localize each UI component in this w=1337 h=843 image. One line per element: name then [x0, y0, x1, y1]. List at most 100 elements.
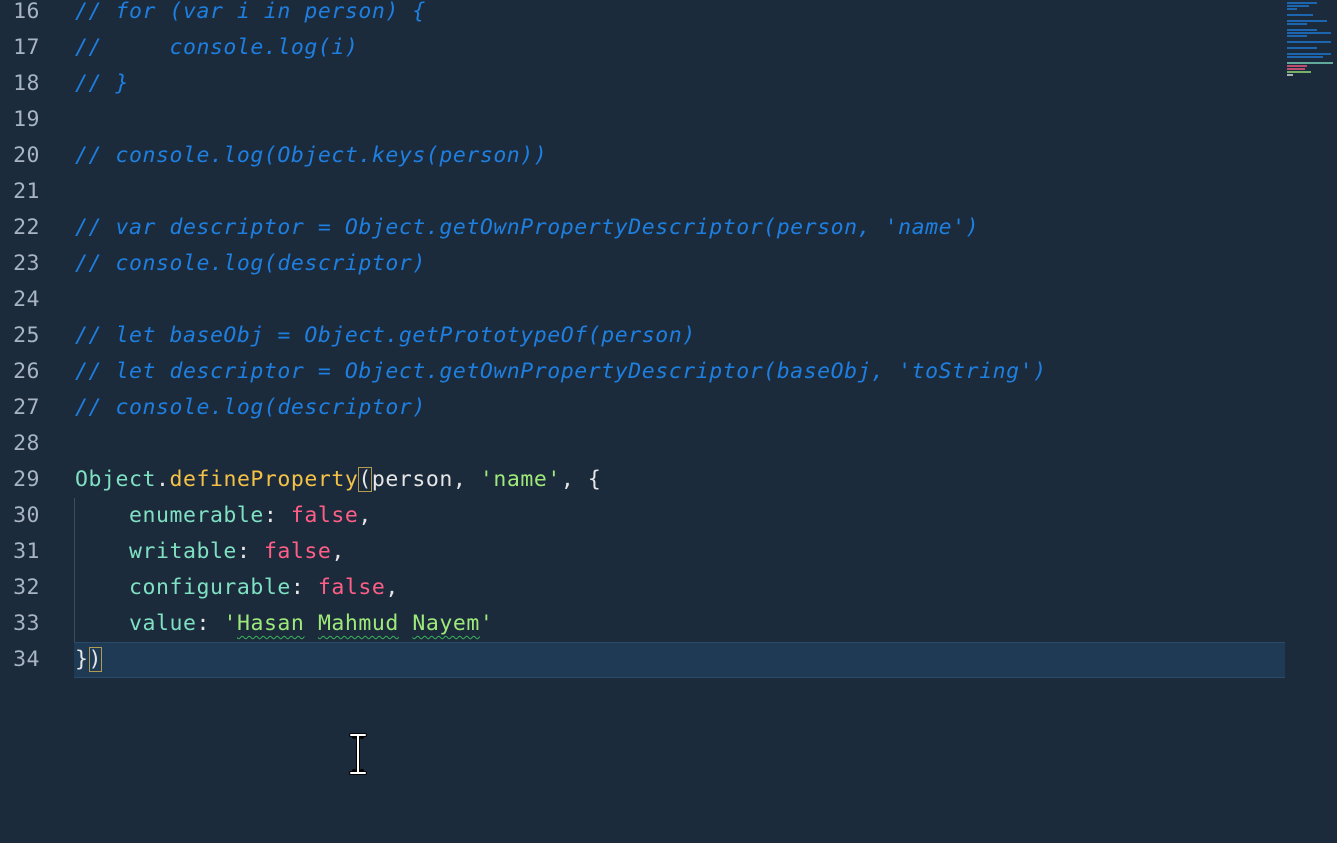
code-line[interactable]: 21 — [0, 174, 1337, 210]
code-token: ( — [358, 467, 372, 492]
line-code[interactable]: // console.log(descriptor) — [75, 390, 426, 426]
line-number: 32 — [13, 575, 40, 600]
code-token: defineProperty — [169, 467, 359, 492]
minimap-line — [1287, 5, 1309, 7]
minimap-line — [1287, 2, 1317, 4]
code-line[interactable]: 28 — [0, 426, 1337, 462]
minimap-line — [1287, 14, 1313, 16]
minimap-line — [1287, 29, 1317, 31]
code-token: false — [263, 539, 332, 564]
line-number: 20 — [13, 143, 40, 168]
code-token: ) — [88, 647, 102, 672]
code-line[interactable]: 32 configurable: false, — [0, 570, 1337, 606]
line-code[interactable]: configurable: false, — [75, 570, 399, 606]
minimap-line — [1287, 74, 1293, 76]
code-line[interactable]: 34}) — [0, 642, 1337, 678]
code-editor[interactable]: 16 // for (var i in person) { 17 // console… — [0, 0, 1337, 843]
code-token: // console.log(i) — [75, 35, 359, 60]
code-token: // let descriptor = Object.getOwnPropert… — [75, 359, 1047, 384]
minimap-line — [1287, 68, 1305, 70]
code-line[interactable]: 25 // let baseObj = Object.getPrototypeOf… — [0, 318, 1337, 354]
code-token: // console.log(Object.keys(person)) — [75, 143, 548, 168]
code-token: person — [371, 467, 453, 492]
line-code[interactable]: }) — [75, 642, 102, 678]
minimap-line — [1287, 8, 1297, 10]
line-code[interactable]: // console.log(i) — [75, 30, 358, 66]
line-number: 17 — [13, 35, 40, 60]
minimap-line — [1287, 53, 1331, 55]
code-token: enumerable — [75, 503, 264, 528]
line-number: 22 — [13, 215, 40, 240]
code-token: Hasan — [236, 611, 305, 636]
code-token: , — [331, 539, 345, 564]
line-number: 16 — [13, 0, 40, 24]
line-number: 34 — [13, 647, 40, 672]
code-token: , — [385, 575, 399, 600]
code-line[interactable]: 33 value: 'Hasan Mahmud Nayem' — [0, 606, 1337, 642]
code-token: , — [452, 467, 480, 492]
code-line[interactable]: 23 // console.log(descriptor) — [0, 246, 1337, 282]
code-line[interactable]: 30 enumerable: false, — [0, 498, 1337, 534]
code-line[interactable]: 16 // for (var i in person) { — [0, 0, 1337, 30]
line-number: 21 — [13, 179, 40, 204]
line-code[interactable]: // } — [75, 66, 129, 102]
code-token: Mahmud — [317, 611, 399, 636]
code-line[interactable]: 26 // let descriptor = Object.getOwnPrope… — [0, 354, 1337, 390]
line-code[interactable]: // var descriptor = Object.getOwnPropert… — [75, 210, 979, 246]
code-token: // } — [75, 71, 129, 96]
code-line[interactable]: 19 — [0, 102, 1337, 138]
minimap[interactable] — [1285, 0, 1337, 843]
code-line[interactable]: 17 // console.log(i) — [0, 30, 1337, 66]
line-code[interactable]: writable: false, — [75, 534, 345, 570]
code-token: , { — [560, 467, 602, 492]
line-code[interactable]: // let baseObj = Object.getPrototypeOf(p… — [75, 318, 696, 354]
code-token: : — [263, 503, 291, 528]
line-number: 19 — [13, 107, 40, 132]
code-token: Nayem — [412, 611, 480, 636]
line-number: 31 — [13, 539, 40, 564]
code-line[interactable]: 29 Object.defineProperty(person, 'name', … — [0, 462, 1337, 498]
code-token: ' — [223, 611, 237, 636]
code-token: : — [290, 575, 318, 600]
line-code[interactable]: value: 'Hasan Mahmud Nayem' — [75, 606, 493, 642]
code-token: } — [75, 647, 89, 672]
line-number: 26 — [13, 359, 40, 384]
text-cursor-icon — [349, 733, 367, 775]
line-code[interactable]: enumerable: false, — [75, 498, 372, 534]
code-line[interactable]: 18 // } — [0, 66, 1337, 102]
code-line[interactable]: 27 // console.log(descriptor) — [0, 390, 1337, 426]
minimap-line — [1287, 35, 1307, 37]
code-token: : — [196, 611, 224, 636]
code-token: false — [317, 575, 386, 600]
code-token: . — [155, 467, 170, 492]
minimap-line — [1287, 56, 1323, 58]
line-code[interactable]: // for (var i in person) { — [75, 0, 426, 30]
minimap-line — [1287, 71, 1311, 73]
line-number: 29 — [13, 467, 40, 492]
line-number: 24 — [13, 287, 40, 312]
minimap-line — [1287, 32, 1331, 34]
line-number: 25 — [13, 323, 40, 348]
code-token: Object — [75, 467, 156, 492]
line-number: 23 — [13, 251, 40, 276]
code-token: // let baseObj = Object.getPrototypeOf(p… — [75, 323, 696, 348]
code-token: configurable — [75, 575, 291, 600]
line-number: 30 — [13, 503, 40, 528]
code-token: // for (var i in person) { — [75, 0, 426, 24]
code-token: 'name' — [479, 467, 561, 492]
minimap-line — [1287, 47, 1317, 49]
code-line[interactable]: 22 // var descriptor = Object.getOwnPrope… — [0, 210, 1337, 246]
code-token: : — [236, 539, 264, 564]
code-line[interactable]: 31 writable: false, — [0, 534, 1337, 570]
line-code[interactable]: // let descriptor = Object.getOwnPropert… — [75, 354, 1047, 390]
code-token: writable — [75, 539, 237, 564]
minimap-line — [1287, 23, 1307, 25]
code-token: value — [75, 611, 197, 636]
code-line[interactable]: 24 — [0, 282, 1337, 318]
code-line[interactable]: 20 // console.log(Object.keys(person)) — [0, 138, 1337, 174]
line-code[interactable]: Object.defineProperty(person, 'name', { — [75, 462, 601, 498]
line-code[interactable]: // console.log(descriptor) — [75, 246, 426, 282]
line-code[interactable]: // console.log(Object.keys(person)) — [75, 138, 547, 174]
